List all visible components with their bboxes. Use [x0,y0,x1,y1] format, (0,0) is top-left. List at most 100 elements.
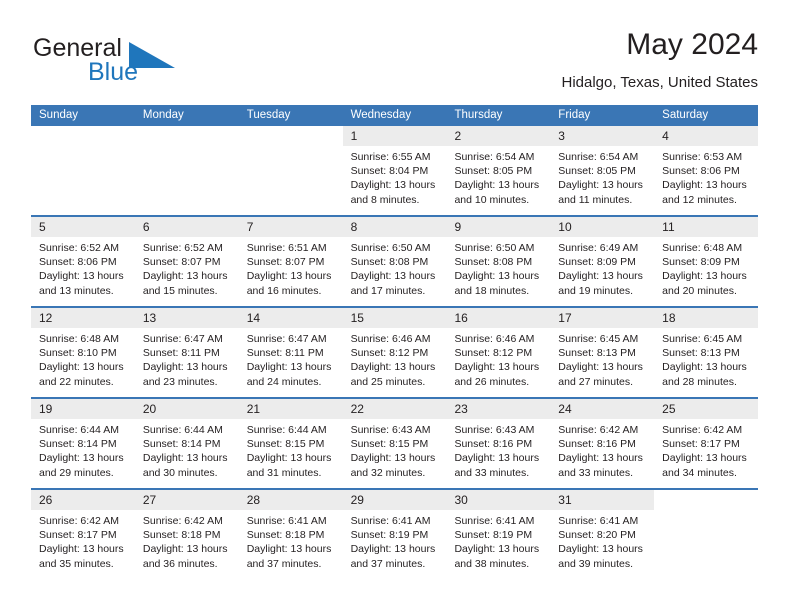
calendar-day-cell[interactable]: 18 Sunrise: 6:45 AM Sunset: 8:13 PM Dayligh… [654,308,759,397]
day-number: 14 [246,311,261,325]
weekday-header-monday: Monday [142,109,184,121]
calendar-day-cell[interactable]: 31 Sunrise: 6:41 AM Sunset: 8:20 PM Dayligh… [550,490,655,579]
calendar-day-cell[interactable]: 2 Sunrise: 6:54 AM Sunset: 8:05 PM Daylight… [446,126,551,215]
day-number-band [135,126,239,146]
daylight-text-line1: Daylight: 13 hours [39,270,124,283]
day-number-band [239,126,343,146]
daylight-text-line1: Daylight: 13 hours [662,270,747,283]
sunset-text: Sunset: 8:05 PM [558,165,636,178]
sunset-text: Sunset: 8:10 PM [39,347,117,360]
daylight-text-line2: and 36 minutes. [142,557,218,570]
calendar-day-cell[interactable]: 20 Sunrise: 6:44 AM Sunset: 8:14 PM Dayligh… [134,399,239,488]
sunrise-text: Sunrise: 6:52 AM [39,242,119,254]
daylight-text-line1: Daylight: 13 hours [246,452,332,465]
sunset-text: Sunset: 8:11 PM [246,347,324,360]
calendar-day-cell[interactable]: 26 Sunrise: 6:42 AM Sunset: 8:17 PM Dayligh… [31,490,135,579]
calendar-day-cell[interactable]: 17 Sunrise: 6:45 AM Sunset: 8:13 PM Dayligh… [550,308,655,397]
calendar-day-cell[interactable]: 7 Sunrise: 6:51 AM Sunset: 8:07 PM Daylight… [238,217,343,306]
daylight-text-line1: Daylight: 13 hours [662,179,747,192]
sunset-text: Sunset: 8:06 PM [39,256,117,269]
sunrise-text: Sunrise: 6:42 AM [662,424,743,436]
daylight-text-line2: and 16 minutes. [246,284,322,297]
sunset-text: Sunset: 8:14 PM [39,438,117,451]
day-number: 25 [662,402,676,416]
calendar-day-cell[interactable]: 21 Sunrise: 6:44 AM Sunset: 8:15 PM Dayligh… [238,399,343,488]
sunset-text: Sunset: 8:09 PM [662,256,740,269]
sunrise-text: Sunrise: 6:42 AM [142,515,223,527]
day-number: 4 [662,129,669,143]
sunset-text: Sunset: 8:05 PM [454,165,533,178]
sunrise-text: Sunrise: 6:44 AM [39,424,119,436]
calendar-day-cell[interactable]: 27 Sunrise: 6:42 AM Sunset: 8:18 PM Dayligh… [134,490,239,579]
calendar-day-cell[interactable]: 16 Sunrise: 6:46 AM Sunset: 8:12 PM Dayligh… [446,308,551,397]
weekday-header-tuesday: Tuesday [246,109,291,121]
calendar-day-cell[interactable]: 30 Sunrise: 6:41 AM Sunset: 8:19 PM Dayligh… [446,490,551,579]
brand-logo[interactable]: General Blue [31,28,251,90]
sunset-text: Sunset: 8:12 PM [350,347,429,360]
sunrise-text: Sunrise: 6:49 AM [558,242,639,254]
day-sun-info: Sunrise: 6:55 AM Sunset: 8:04 PM Daylight:… [351,150,440,207]
page-header: General Blue May 2024 Hidalgo, Texas, Un… [31,28,758,100]
day-number: 31 [558,493,572,507]
day-number: 20 [142,402,157,416]
calendar-day-cell[interactable]: 5 Sunrise: 6:52 AM Sunset: 8:06 PM Daylight… [31,217,135,306]
calendar-day-cell[interactable]: 6 Sunrise: 6:52 AM Sunset: 8:07 PM Daylight… [134,217,239,306]
day-sun-info: Sunrise: 6:51 AM Sunset: 8:07 PM Daylight:… [247,241,336,298]
day-sun-info: Sunrise: 6:48 AM Sunset: 8:10 PM Daylight:… [39,332,128,389]
day-number-band [31,126,135,146]
daylight-text-line2: and 17 minutes. [350,284,426,297]
day-sun-info: Sunrise: 6:41 AM Sunset: 8:20 PM Daylight:… [558,514,647,571]
sunset-text: Sunset: 8:19 PM [350,529,429,542]
sunset-text: Sunset: 8:08 PM [350,256,429,269]
day-sun-info: Sunrise: 6:44 AM Sunset: 8:14 PM Daylight:… [39,423,128,480]
daylight-text-line1: Daylight: 13 hours [39,452,124,465]
calendar-day-cell[interactable]: 24 Sunrise: 6:42 AM Sunset: 8:16 PM Dayligh… [550,399,655,488]
calendar-day-cell[interactable]: 1 Sunrise: 6:55 AM Sunset: 8:04 PM Daylight… [342,126,447,215]
daylight-text-line2: and 12 minutes. [662,193,737,206]
day-sun-info: Sunrise: 6:49 AM Sunset: 8:09 PM Daylight:… [558,241,647,298]
daylight-text-line1: Daylight: 13 hours [350,361,436,374]
daylight-text-line1: Daylight: 13 hours [454,361,540,374]
calendar-day-cell[interactable]: 11 Sunrise: 6:48 AM Sunset: 8:09 PM Dayligh… [654,217,759,306]
daylight-text-line1: Daylight: 13 hours [558,270,643,283]
calendar-day-cell[interactable]: 8 Sunrise: 6:50 AM Sunset: 8:08 PM Daylight… [342,217,447,306]
calendar-day-cell[interactable]: 12 Sunrise: 6:48 AM Sunset: 8:10 PM Dayligh… [31,308,135,397]
sunrise-text: Sunrise: 6:42 AM [39,515,119,527]
calendar-day-cell[interactable]: 19 Sunrise: 6:44 AM Sunset: 8:14 PM Dayligh… [31,399,135,488]
sunrise-text: Sunrise: 6:42 AM [558,424,639,436]
calendar-day-cell[interactable]: 3 Sunrise: 6:54 AM Sunset: 8:05 PM Daylight… [550,126,655,215]
calendar-day-cell[interactable]: 22 Sunrise: 6:43 AM Sunset: 8:15 PM Dayligh… [342,399,447,488]
calendar-day-cell[interactable]: 28 Sunrise: 6:41 AM Sunset: 8:18 PM Dayligh… [238,490,343,579]
calendar-day-cell[interactable]: 15 Sunrise: 6:46 AM Sunset: 8:12 PM Dayligh… [342,308,447,397]
day-sun-info: Sunrise: 6:42 AM Sunset: 8:18 PM Daylight:… [143,514,232,571]
calendar-day-cell[interactable]: 9 Sunrise: 6:50 AM Sunset: 8:08 PM Daylight… [446,217,551,306]
daylight-text-line1: Daylight: 13 hours [558,452,643,465]
calendar-day-cell-empty [239,126,343,215]
day-number: 13 [142,311,157,325]
daylight-text-line2: and 15 minutes. [142,284,218,297]
title-block: May 2024 Hidalgo, Texas, United States [561,28,758,91]
sunset-text: Sunset: 8:04 PM [350,165,429,178]
calendar-week-row: 1 Sunrise: 6:55 AM Sunset: 8:04 PM Daylight… [31,126,759,215]
calendar-day-cell[interactable]: 29 Sunrise: 6:41 AM Sunset: 8:19 PM Dayligh… [342,490,447,579]
sunset-text: Sunset: 8:20 PM [558,529,636,542]
day-sun-info: Sunrise: 6:42 AM Sunset: 8:17 PM Daylight:… [39,514,128,571]
day-sun-info: Sunrise: 6:50 AM Sunset: 8:08 PM Daylight:… [454,241,543,298]
calendar-day-cell[interactable]: 23 Sunrise: 6:43 AM Sunset: 8:16 PM Dayligh… [446,399,551,488]
calendar-day-cell[interactable]: 25 Sunrise: 6:42 AM Sunset: 8:17 PM Dayligh… [654,399,759,488]
calendar-day-cell[interactable]: 13 Sunrise: 6:47 AM Sunset: 8:11 PM Dayligh… [134,308,239,397]
day-sun-info: Sunrise: 6:47 AM Sunset: 8:11 PM Daylight:… [143,332,232,389]
weekday-header-saturday: Saturday [662,109,709,121]
day-sun-info: Sunrise: 6:41 AM Sunset: 8:18 PM Daylight:… [247,514,336,571]
day-number: 6 [142,220,150,234]
calendar-day-cell[interactable]: 4 Sunrise: 6:53 AM Sunset: 8:06 PM Daylight… [654,126,759,215]
daylight-text-line2: and 33 minutes. [454,466,530,479]
page-title: May 2024 [626,28,758,61]
calendar-day-cell[interactable]: 10 Sunrise: 6:49 AM Sunset: 8:09 PM Dayligh… [550,217,655,306]
sunrise-text: Sunrise: 6:44 AM [142,424,223,436]
daylight-text-line2: and 19 minutes. [558,284,634,297]
calendar-day-cell[interactable]: 14 Sunrise: 6:47 AM Sunset: 8:11 PM Dayligh… [238,308,343,397]
sunrise-text: Sunrise: 6:54 AM [454,151,535,163]
daylight-text-line1: Daylight: 13 hours [350,270,436,283]
day-sun-info: Sunrise: 6:42 AM Sunset: 8:17 PM Daylight:… [662,423,751,480]
